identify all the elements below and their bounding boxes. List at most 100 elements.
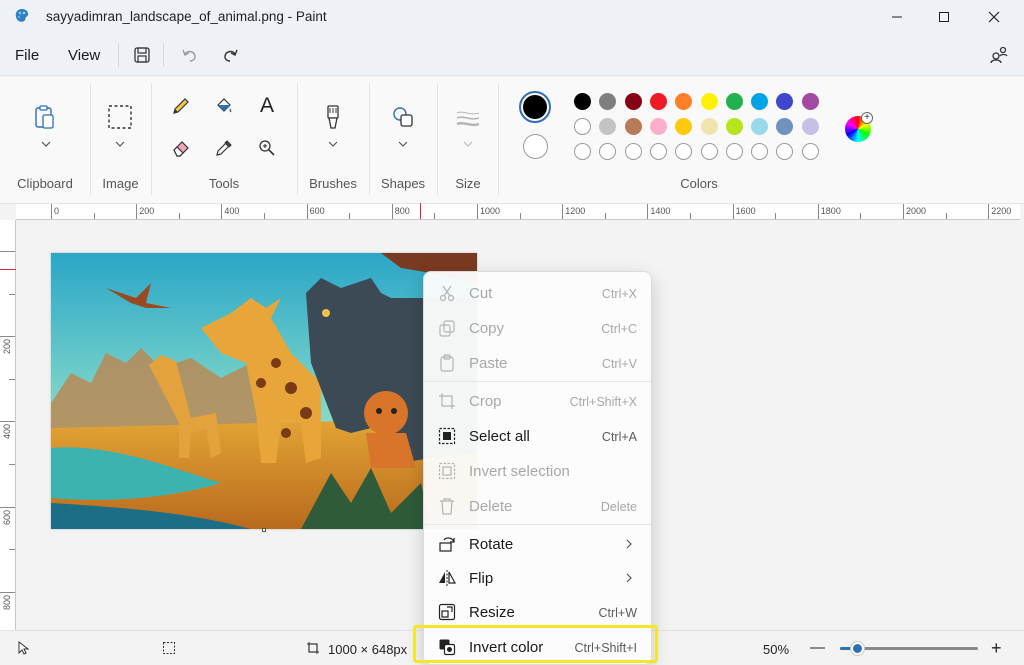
empty-color-slot[interactable]	[649, 143, 667, 160]
zoom-slider-thumb[interactable]	[850, 642, 864, 655]
eraser-tool[interactable]	[167, 134, 195, 162]
chevron-down-icon[interactable]	[463, 140, 473, 148]
redo-button[interactable]	[219, 43, 243, 67]
primary-color-button[interactable]	[519, 91, 551, 123]
secondary-color-button[interactable]	[523, 134, 548, 159]
empty-color-slot[interactable]	[776, 143, 794, 160]
resize-icon	[438, 603, 456, 621]
select-button[interactable]	[106, 103, 134, 131]
color-swatch[interactable]	[675, 93, 693, 110]
shapes-button[interactable]	[389, 103, 417, 131]
account-icon	[990, 46, 1008, 64]
shapes-group-label: Shapes	[380, 176, 426, 191]
image-size-icon	[307, 642, 319, 654]
color-swatch[interactable]	[599, 118, 617, 135]
close-button[interactable]	[971, 0, 1017, 34]
zoom-out-button[interactable]: —	[810, 639, 825, 656]
zoom-percent[interactable]: 50%	[763, 642, 789, 657]
empty-color-slot[interactable]	[574, 143, 591, 160]
color-swatch[interactable]	[801, 93, 819, 110]
color-swatch[interactable]	[725, 118, 743, 135]
empty-color-slot[interactable]	[624, 143, 642, 160]
zoom-icon	[259, 140, 275, 156]
edit-colors-button[interactable]: +	[845, 112, 873, 142]
view-menu[interactable]: View	[68, 47, 100, 64]
color-swatch[interactable]	[725, 93, 743, 110]
color-swatch[interactable]	[649, 118, 667, 135]
menu-item-resize[interactable]: Resize Ctrl+W	[428, 595, 649, 629]
color-swatch[interactable]	[776, 118, 794, 135]
color-swatch[interactable]	[624, 118, 642, 135]
ruler-tick	[817, 204, 819, 219]
file-menu[interactable]: File	[15, 47, 39, 64]
ruler-tick	[562, 204, 564, 219]
chevron-down-icon[interactable]	[328, 140, 338, 148]
ruler-tick	[477, 204, 478, 219]
crop-icon	[439, 393, 455, 409]
color-swatch[interactable]	[675, 118, 693, 135]
menu-item-select-all[interactable]: Select all Ctrl+A	[428, 419, 649, 453]
color-swatch[interactable]	[700, 93, 718, 110]
color-swatch[interactable]	[751, 93, 769, 110]
menu-item-label: Cut	[469, 285, 493, 302]
empty-color-slot[interactable]	[751, 143, 769, 160]
resize-handle[interactable]	[262, 528, 266, 532]
empty-color-slot[interactable]	[675, 143, 693, 160]
ruler-tick	[775, 213, 777, 219]
zoom-slider-track[interactable]	[840, 642, 978, 655]
menu-item-paste[interactable]: Paste Ctrl+V	[428, 346, 649, 380]
maximize-button[interactable]	[921, 0, 967, 34]
brushes-button[interactable]	[319, 103, 347, 131]
color-swatch[interactable]	[574, 118, 591, 135]
text-tool[interactable]: A	[253, 92, 281, 120]
ruler-tick	[732, 204, 734, 219]
menu-item-delete[interactable]: Delete Delete	[428, 489, 649, 523]
menu-item-flip[interactable]: Flip	[428, 561, 649, 595]
menu-item-label: Resize	[469, 604, 515, 621]
empty-color-slot[interactable]	[801, 143, 819, 160]
rectangle-select-icon	[108, 105, 132, 129]
clipboard-group-label: Clipboard	[17, 176, 73, 191]
menu-item-cut[interactable]: Cut Ctrl+X	[428, 276, 649, 310]
clipboard-button[interactable]	[31, 103, 59, 131]
color-swatch[interactable]	[776, 93, 794, 110]
color-picker-tool[interactable]	[210, 134, 238, 162]
color-swatch[interactable]	[649, 93, 667, 110]
size-button[interactable]	[454, 105, 482, 133]
color-swatch[interactable]	[599, 93, 617, 110]
window-title: sayyadimran_landscape_of_animal.png - Pa…	[46, 9, 327, 24]
empty-color-slot[interactable]	[725, 143, 743, 160]
ruler-tick	[9, 378, 15, 380]
menu-item-invert-selection[interactable]: Invert selection	[428, 454, 649, 488]
zoom-in-button[interactable]: +	[991, 638, 1002, 659]
animal-landscape-illustration	[51, 253, 477, 529]
chevron-down-icon[interactable]	[398, 140, 408, 148]
horizontal-ruler: 0 200 400 600 800 1000 1200 1400 1600 1800 2000 220…	[16, 203, 1020, 220]
undo-button[interactable]	[177, 43, 201, 67]
menu-item-rotate[interactable]: Rotate	[428, 527, 649, 561]
ruler-tick-label: 800	[2, 594, 12, 610]
chevron-down-icon[interactable]	[41, 140, 51, 148]
clipboard-icon	[35, 105, 54, 129]
empty-color-slot[interactable]	[599, 143, 617, 160]
fill-tool[interactable]	[210, 92, 238, 120]
color-swatch[interactable]	[751, 118, 769, 135]
empty-color-slot[interactable]	[700, 143, 718, 160]
minimize-button[interactable]	[874, 0, 920, 34]
color-swatch[interactable]	[574, 93, 591, 110]
color-swatch[interactable]	[801, 118, 819, 135]
save-button[interactable]	[130, 43, 154, 67]
menu-item-shortcut: Ctrl+X	[601, 287, 637, 301]
magnifier-tool[interactable]	[253, 134, 281, 162]
canvas-image[interactable]	[51, 253, 477, 529]
ruler-tick	[306, 204, 308, 219]
ruler-tick-label: 1400	[650, 206, 671, 216]
primary-color-swatch	[523, 95, 547, 119]
color-swatch[interactable]	[624, 93, 642, 110]
chevron-down-icon[interactable]	[115, 140, 125, 148]
pencil-tool[interactable]	[167, 92, 195, 120]
menu-item-copy[interactable]: Copy Ctrl+C	[428, 311, 649, 345]
menu-item-crop[interactable]: Crop Ctrl+Shift+X	[428, 384, 649, 418]
account-button[interactable]	[987, 43, 1011, 67]
color-swatch[interactable]	[700, 118, 718, 135]
